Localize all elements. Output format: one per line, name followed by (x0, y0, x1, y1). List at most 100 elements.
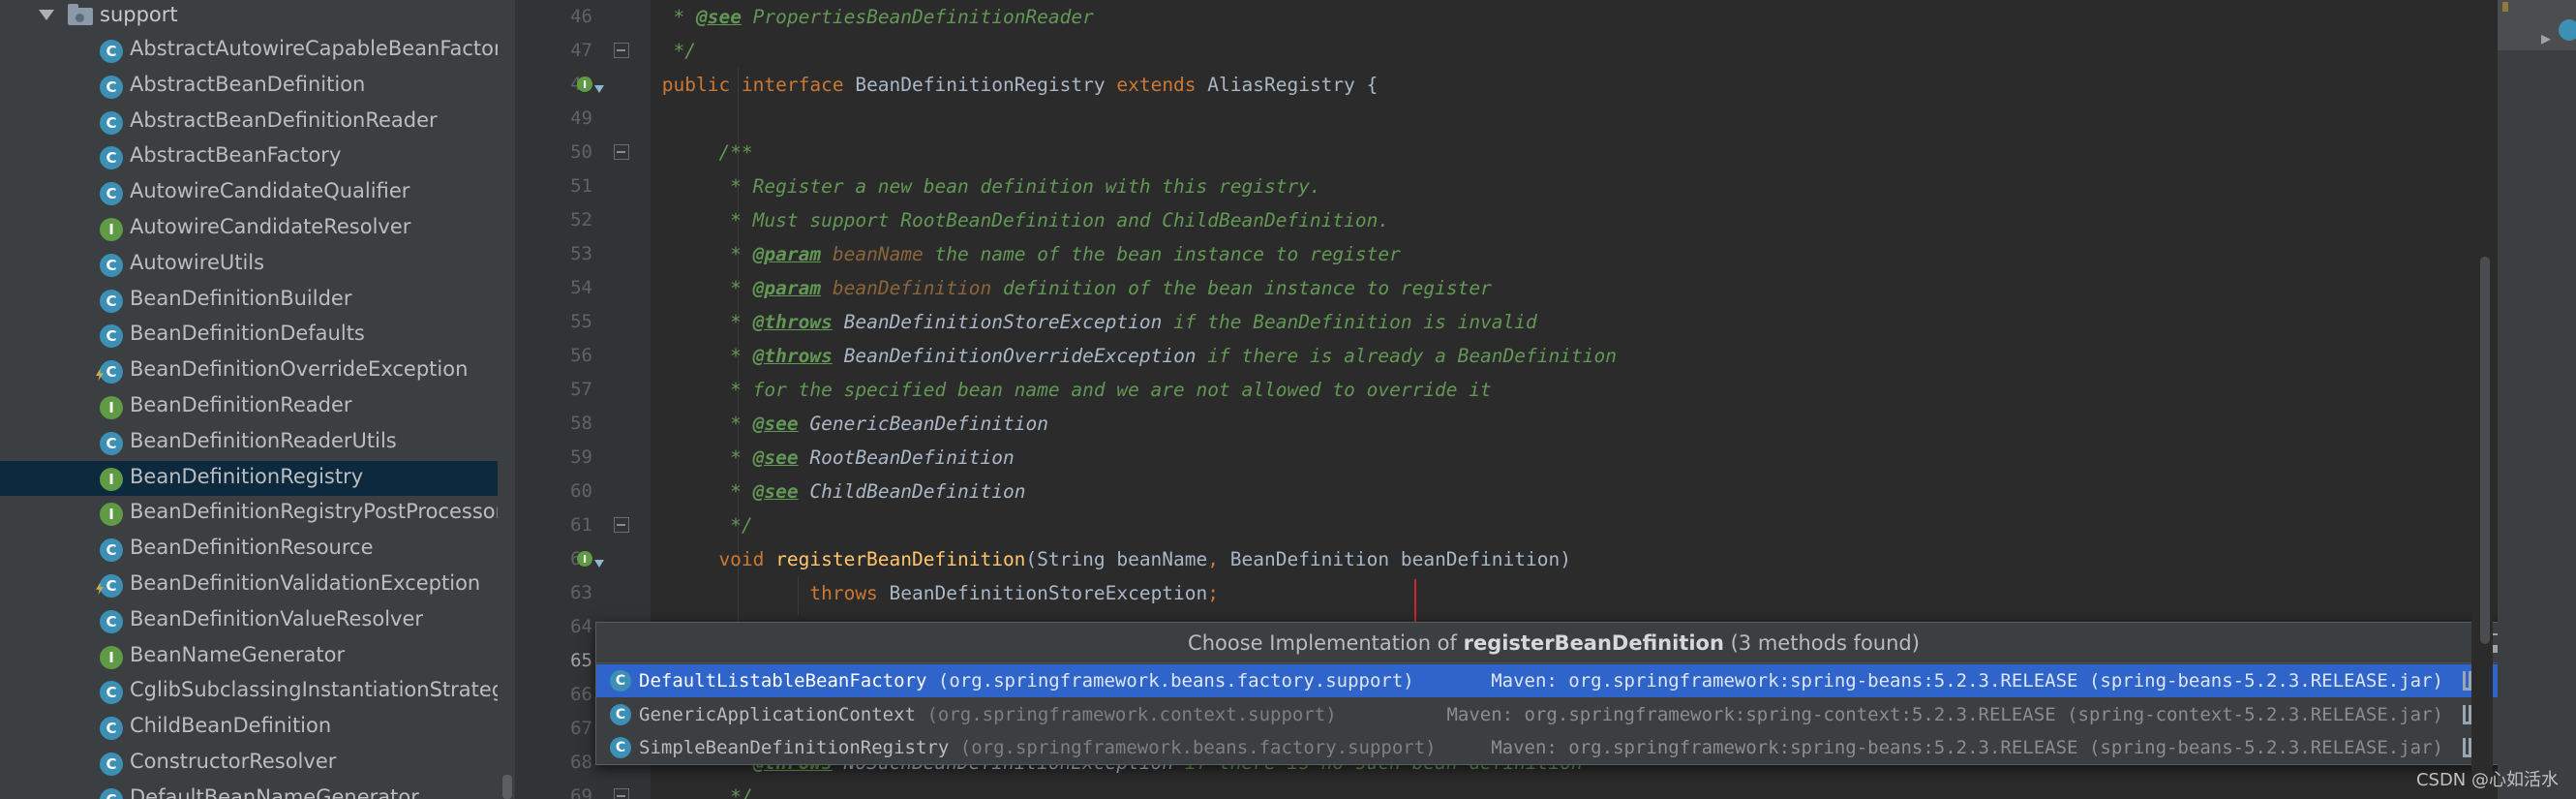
arrow-icon[interactable]: ▸ (2541, 26, 2551, 49)
implementation-option[interactable]: C SimpleBeanDefinitionRegistry (org.sprin… (596, 731, 2511, 764)
tree-item[interactable]: I BeanDefinitionReader (0, 389, 515, 425)
popup-title-suffix: (3 methods found) (1723, 631, 1920, 655)
line-number: 68 (570, 752, 592, 773)
line-number: 67 (570, 718, 592, 739)
line-number: 58 (570, 413, 592, 434)
tree-item[interactable]: I BeanDefinitionRegistryPostProcessor (0, 496, 515, 532)
tree-scrollbar[interactable] (498, 0, 515, 799)
down-arrow-icon (594, 85, 604, 93)
tree-item[interactable]: C AbstractBeanDefinitionReader (0, 105, 515, 140)
tree-item[interactable]: C AbstractBeanFactory (0, 139, 515, 175)
class-icon: C (100, 289, 123, 313)
code-line[interactable]: /** (651, 136, 752, 169)
editor-scrollbar-thumb[interactable] (2480, 257, 2490, 644)
implemented-marker-icon[interactable]: I (577, 551, 592, 567)
class-icon: C (100, 752, 123, 776)
tree-item[interactable]: C BeanDefinitionReaderUtils (0, 425, 515, 461)
code-line[interactable]: * @throws BeanDefinitionOverrideExceptio… (651, 339, 1617, 373)
class-icon: C (100, 431, 123, 455)
tree-item-label: BeanDefinitionRegistry (130, 464, 364, 488)
tree-item[interactable]: C DefaultBeanNameGenerator (0, 782, 515, 799)
code-line[interactable]: */ (651, 508, 753, 542)
class-icon: C (100, 717, 123, 741)
tree-item-label: ConstructorResolver (130, 749, 337, 773)
implemented-marker-icon[interactable]: I (577, 77, 592, 92)
line-number: 52 (570, 209, 592, 230)
code-line[interactable]: * @throws BeanDefinitionStoreException i… (651, 305, 1537, 339)
fold-marker-icon[interactable] (614, 144, 629, 160)
tree-item[interactable]: I BeanNameGenerator (0, 639, 515, 675)
line-number: 66 (570, 684, 592, 705)
tree-item[interactable]: C ConstructorResolver (0, 746, 515, 782)
package-name: (org.springframework.context.support) (926, 703, 1337, 725)
implementation-option[interactable]: C DefaultListableBeanFactory (org.springf… (596, 664, 2511, 697)
tree-item-label: AutowireCandidateQualifier (130, 179, 410, 203)
tree-folder-support[interactable]: support (0, 0, 515, 33)
watermark: CSDN @心如活水 (2415, 770, 2559, 790)
code-line[interactable]: * Register a new bean definition with th… (651, 169, 1321, 203)
line-number: 49 (570, 108, 592, 129)
popup-title: Choose Implementation of registerBeanDef… (596, 623, 2511, 663)
code-line[interactable]: */ (651, 34, 696, 68)
marker-icon (2502, 2, 2508, 12)
tree-item-label: CglibSubclassingInstantiationStrategy (130, 678, 515, 702)
right-tool-panel (2498, 0, 2576, 799)
tree-item[interactable]: C AutowireUtils (0, 247, 515, 283)
tree-item[interactable]: C AbstractAutowireCapableBeanFactory (0, 33, 515, 69)
tree-item[interactable]: C BeanDefinitionValidationException (0, 568, 515, 603)
class-name: DefaultListableBeanFactory (639, 670, 927, 691)
tree-item[interactable]: C CglibSubclassingInstantiationStrategy (0, 674, 515, 710)
line-number: 51 (570, 175, 592, 197)
code-line[interactable]: * @see PropertiesBeanDefinitionReader (651, 0, 1093, 34)
interface-icon: I (100, 395, 123, 419)
tree-item[interactable]: C BeanDefinitionResource (0, 532, 515, 568)
tree-item-label: AbstractAutowireCapableBeanFactory (130, 37, 515, 60)
code-line[interactable]: * @see RootBeanDefinition (651, 441, 1015, 475)
tree-item-label: BeanDefinitionOverrideException (130, 357, 469, 382)
fold-marker-icon[interactable] (614, 43, 629, 58)
code-line[interactable]: public interface BeanDefinitionRegistry … (651, 68, 1379, 102)
code-line[interactable]: * @param beanDefinition definition of th… (651, 271, 1492, 305)
line-number: 63 (570, 582, 592, 603)
tree-item[interactable]: I AutowireCandidateResolver (0, 211, 515, 247)
code-line[interactable]: void registerBeanDefinition(String beanN… (651, 542, 1571, 576)
tree-item[interactable]: C AutowireCandidateQualifier (0, 175, 515, 211)
implementation-name: SimpleBeanDefinitionRegistry (org.spring… (639, 731, 1437, 764)
code-line[interactable]: * @see GenericBeanDefinition (651, 407, 1048, 441)
tree-item[interactable]: C BeanDefinitionDefaults (0, 318, 515, 353)
tree-scrollbar-thumb[interactable] (502, 775, 512, 799)
code-line[interactable]: */ (651, 780, 753, 799)
code-line[interactable]: * @see ChildBeanDefinition (651, 475, 1025, 508)
tree-item-label: AbstractBeanDefinition (130, 72, 366, 96)
exception-badge-icon (96, 368, 104, 382)
tree-item-label: BeanDefinitionDefaults (130, 322, 365, 346)
library-name: Maven: org.springframework:spring-contex… (1446, 703, 2443, 725)
interface-icon: I (100, 645, 123, 669)
code-line[interactable]: throws BeanDefinitionStoreException; (651, 576, 1219, 610)
code-line[interactable]: * for the specified bean name and we are… (651, 373, 1492, 407)
tree-item[interactable]: C BeanDefinitionValueResolver (0, 603, 515, 639)
line-number: 59 (570, 446, 592, 468)
fold-marker-icon[interactable] (614, 517, 629, 533)
class-icon: C (100, 182, 123, 206)
code-line[interactable]: * Must support RootBeanDefinition and Ch… (651, 203, 1389, 237)
expand-arrow-icon[interactable] (39, 10, 54, 20)
tree-item[interactable]: C BeanDefinitionBuilder (0, 283, 515, 319)
tree-item[interactable]: C BeanDefinitionOverrideException (0, 353, 515, 389)
tree-item[interactable]: C AbstractBeanDefinition (0, 69, 515, 105)
line-number: 64 (570, 616, 592, 637)
tree-item[interactable]: I BeanDefinitionRegistry (0, 460, 515, 497)
fold-marker-icon[interactable] (614, 788, 629, 799)
project-tree-panel: support C AbstractAutowireCapableBeanFact… (0, 0, 515, 799)
code-line[interactable]: * @param beanName the name of the bean i… (651, 237, 1401, 271)
tree-item-label: ChildBeanDefinition (130, 714, 332, 738)
tree-item-label: AbstractBeanDefinitionReader (130, 108, 438, 132)
line-number: 69 (570, 785, 592, 799)
tree-item[interactable]: C ChildBeanDefinition (0, 710, 515, 746)
line-number: 56 (570, 345, 592, 366)
library-name: Maven: org.springframework:spring-beans:… (1491, 670, 2443, 691)
line-number: 60 (570, 480, 592, 502)
implementation-option[interactable]: C GenericApplicationContext (org.springfr… (596, 698, 2511, 731)
line-number: 50 (570, 141, 592, 163)
line-number: 61 (570, 514, 592, 536)
